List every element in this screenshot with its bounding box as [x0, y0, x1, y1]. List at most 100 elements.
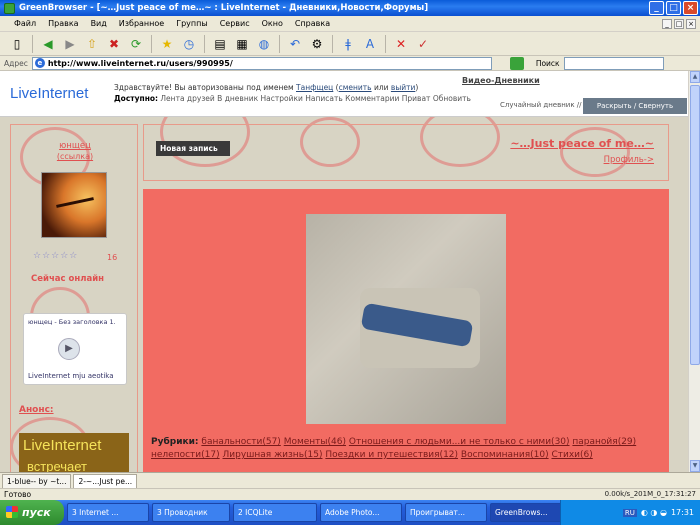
post-image — [306, 214, 506, 424]
online-status[interactable]: Сейчас онлайн — [31, 274, 104, 284]
tab-strip: 1-blue-- by ~t... 2-~...Just pe... — [0, 472, 700, 488]
music-player[interactable]: юнщец - Без заголовка 1. ▶ LiveInternet … — [23, 313, 127, 385]
profile-link[interactable]: Профиль-> — [604, 155, 654, 165]
history-icon[interactable]: ◷ — [180, 35, 198, 53]
browser-tab-active[interactable]: 2-~...Just pe... — [73, 474, 138, 488]
user-status-link[interactable]: (ссылка) — [11, 152, 139, 161]
go-button[interactable] — [509, 56, 524, 70]
address-input[interactable]: e http://www.liveinternet.ru/users/99099… — [31, 56, 492, 70]
rubric-link[interactable]: нелепости(17) — [151, 450, 220, 460]
address-label: Адрес — [4, 58, 28, 68]
random-diary-tab[interactable]: Случайный дневник // — [500, 101, 582, 109]
play-icon[interactable]: ▶ — [58, 338, 80, 360]
page-icon: e — [34, 58, 45, 68]
favorites-star-icon[interactable]: ★ — [158, 35, 176, 53]
change-user-link[interactable]: сменить — [339, 83, 372, 92]
bookmark-icon[interactable]: ✓ — [414, 35, 432, 53]
back-icon[interactable]: ◀ — [39, 35, 57, 53]
post-content: Рубрики: банальности(57) Моменты(46) Отн… — [143, 189, 669, 472]
rubrics-list: Рубрики: банальности(57) Моменты(46) Отн… — [151, 436, 666, 462]
start-button[interactable]: пуск — [0, 500, 64, 525]
forward-icon[interactable]: ▶ — [61, 35, 79, 53]
taskbar-item[interactable]: 3 Проводник — [152, 503, 230, 522]
scroll-up-icon[interactable]: ▲ — [690, 71, 700, 83]
site-logo[interactable]: LiveInternet — [10, 85, 88, 102]
nav-links[interactable]: Лента друзей В дневник Настройки Написат… — [160, 94, 471, 103]
status-bar: Готово — [0, 488, 700, 500]
tray-icons: ◐ ◑ ◒ — [640, 508, 667, 517]
minimize-button[interactable]: _ — [649, 1, 664, 15]
scroll-down-icon[interactable]: ▼ — [690, 460, 700, 472]
taskbar-item[interactable]: Adobe Photo... — [320, 503, 402, 522]
refresh-icon[interactable]: ⟳ — [127, 35, 145, 53]
status-info: 0.00k/s_201M_0_17:31:27 — [604, 490, 696, 498]
font-icon[interactable]: A — [361, 35, 379, 53]
print-icon[interactable]: ▤ — [211, 35, 229, 53]
language-indicator[interactable]: RU — [622, 508, 637, 517]
menu-view[interactable]: Вид — [91, 19, 107, 28]
close-all-icon[interactable]: ✕ — [392, 35, 410, 53]
undo-icon[interactable]: ↶ — [286, 35, 304, 53]
taskbar-item[interactable]: 2 ICQLite — [233, 503, 317, 522]
window-titlebar[interactable]: GreenBrowser - [~…Just peace of me…~ : L… — [0, 0, 700, 16]
logout-link[interactable]: выйти — [391, 83, 415, 92]
expand-collapse-tab[interactable]: Раскрыть / Свернуть — [583, 98, 687, 114]
rubric-link[interactable]: Лирушная жизнь(15) — [223, 450, 323, 460]
translate-icon[interactable]: ǂ — [339, 35, 357, 53]
up-icon[interactable]: ⇧ — [83, 35, 101, 53]
system-tray: RU ◐ ◑ ◒ 17:31 — [560, 500, 700, 525]
search-input[interactable] — [563, 56, 664, 70]
player-title: юнщец - Без заголовка 1. — [28, 318, 116, 326]
toolbar: ▯ ◀ ▶ ⇧ ✖ ⟳ ★ ◷ ▤ ▦ ◍ ↶ ⚙ ǂ A ✕ ✓ — [0, 32, 700, 56]
video-diaries-link[interactable]: Видео-Дневники — [462, 76, 540, 85]
menu-help[interactable]: Справка — [295, 19, 330, 28]
save-icon[interactable]: ▦ — [233, 35, 251, 53]
blog-title[interactable]: ~…Just peace of me…~ — [510, 137, 654, 150]
sidebar: юнщец (ссылка) ☆☆☆☆☆ 16 Сейчас онлайн юн… — [10, 124, 138, 472]
rubric-link[interactable]: Моменты(46) — [284, 437, 346, 447]
taskbar-item[interactable]: Проигрыват... — [405, 503, 487, 522]
avatar[interactable] — [41, 172, 107, 238]
vertical-scrollbar[interactable]: ▲ ▼ — [688, 71, 700, 472]
globe-icon[interactable]: ◍ — [255, 35, 273, 53]
tab-minimize-icon[interactable]: _ — [662, 19, 672, 29]
liveinternet-banner[interactable]: LiveInternet встречает — [19, 433, 129, 472]
browser-tab[interactable]: 1-blue-- by ~t... — [2, 474, 72, 488]
new-post-button[interactable]: Новая запись — [156, 141, 230, 156]
rubrics-label: Рубрики: — [151, 437, 199, 447]
clock: 17:31 — [670, 508, 694, 517]
menu-favorites[interactable]: Избранное — [119, 19, 164, 28]
blog-header: Новая запись ~…Just peace of me…~ Профил… — [143, 124, 669, 181]
address-url: http://www.liveinternet.ru/users/990995/ — [47, 58, 233, 68]
rubric-link[interactable]: паранойя(29) — [572, 437, 636, 447]
menu-groups[interactable]: Группы — [176, 19, 207, 28]
tools-icon[interactable]: ⚙ — [308, 35, 326, 53]
maximize-button[interactable]: □ — [666, 1, 681, 15]
new-page-icon[interactable]: ▯ — [8, 35, 26, 53]
announcement-link[interactable]: Анонс: — [19, 405, 54, 415]
search-label: Поиск — [535, 58, 560, 68]
browser-viewport: LiveInternet Здравствуйте! Вы авторизова… — [0, 71, 688, 472]
user-link[interactable]: Танфщец — [296, 83, 333, 92]
rubric-link[interactable]: банальности(57) — [201, 437, 280, 447]
taskbar-item[interactable]: 3 Internet ... — [67, 503, 149, 522]
player-footer: LiveInternet mju aeotika — [28, 372, 114, 380]
friends-count[interactable]: 16 — [107, 253, 117, 262]
rubric-link[interactable]: Стихи(6) — [551, 450, 592, 460]
rubric-link[interactable]: Воспоминания(10) — [461, 450, 549, 460]
tab-close-icon[interactable]: × — [686, 19, 696, 29]
app-icon — [4, 2, 15, 14]
rubric-link[interactable]: Отношения с людьми...и не только с ними(… — [349, 437, 570, 447]
menu-tools[interactable]: Сервис — [220, 19, 250, 28]
taskbar-item-active[interactable]: GreenBrows... — [490, 503, 566, 522]
menu-edit[interactable]: Правка — [48, 19, 78, 28]
tab-restore-icon[interactable]: □ — [674, 19, 684, 29]
menu-bar: Файл Правка Вид Избранное Группы Сервис … — [0, 16, 700, 32]
menu-file[interactable]: Файл — [14, 19, 36, 28]
rubric-link[interactable]: Поездки и путешествия(12) — [325, 450, 458, 460]
close-button[interactable]: × — [683, 1, 698, 15]
user-name-link[interactable]: юнщец — [11, 141, 139, 151]
stop-icon[interactable]: ✖ — [105, 35, 123, 53]
scroll-thumb[interactable] — [690, 85, 700, 365]
menu-window[interactable]: Окно — [262, 19, 283, 28]
